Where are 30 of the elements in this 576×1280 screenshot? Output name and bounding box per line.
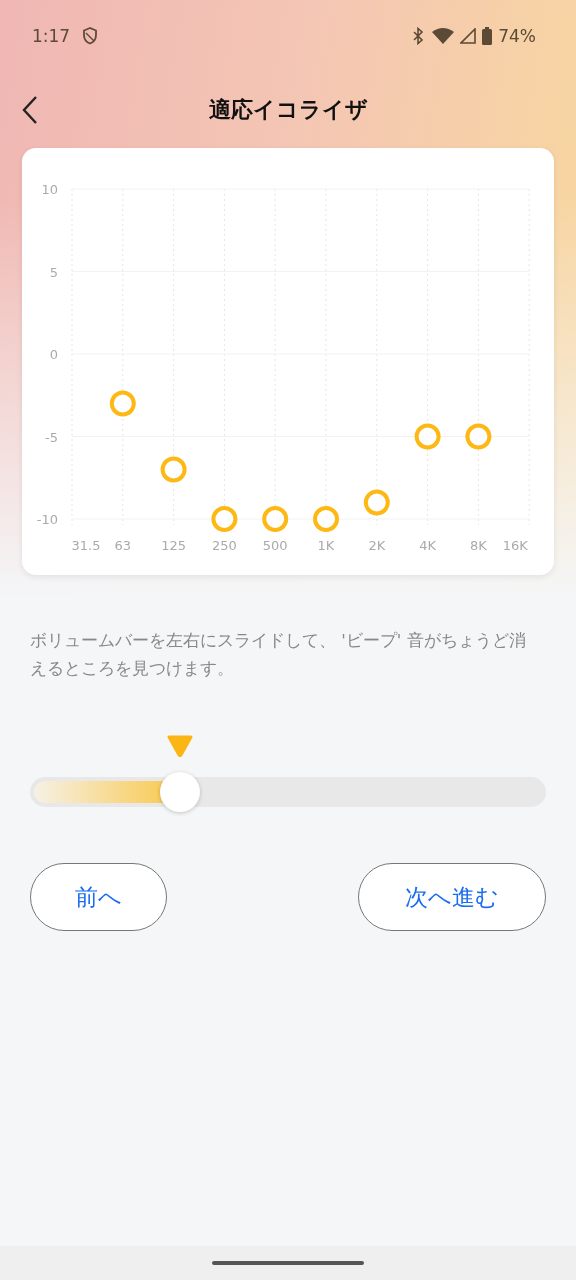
wifi-icon	[432, 28, 455, 44]
axis-label: 0	[49, 347, 58, 362]
axis-label: 250	[212, 538, 237, 553]
signal-icon	[460, 28, 477, 44]
home-indicator[interactable]	[212, 1261, 364, 1265]
axis-label: 500	[262, 538, 288, 553]
marker-icon	[166, 735, 193, 757]
battery-percent: 74%	[498, 26, 536, 46]
page-title: 適応イコライザ	[208, 96, 368, 124]
slider-thumb[interactable]	[159, 772, 200, 812]
battery-icon	[482, 27, 493, 45]
axis-label: 4K	[419, 538, 436, 553]
axis-label: 31.5	[71, 538, 101, 553]
back-icon[interactable]	[21, 95, 39, 125]
axis-label: -5	[45, 429, 58, 445]
axis-label: 16K	[502, 538, 528, 553]
axis-label: 125	[161, 538, 186, 553]
volume-slider[interactable]	[30, 772, 546, 812]
axis-label: 8K	[470, 538, 487, 553]
next-button[interactable]: 次へ進む	[358, 863, 546, 931]
axis-label: 10	[41, 182, 58, 197]
clock: 1:17	[32, 26, 71, 46]
axis-label: 1K	[317, 538, 335, 553]
instruction-text: ボリュームバーを左右にスライドして、 'ビープ' 音がちょうど消えるところを見つけます。	[30, 630, 526, 680]
axis-label: 2K	[368, 538, 386, 553]
previous-button[interactable]: 前へ	[30, 863, 167, 931]
axis-label: -10	[36, 512, 58, 527]
axis-label: 5	[49, 264, 58, 280]
shield-icon	[82, 27, 99, 45]
axis-label: 63	[114, 538, 132, 553]
